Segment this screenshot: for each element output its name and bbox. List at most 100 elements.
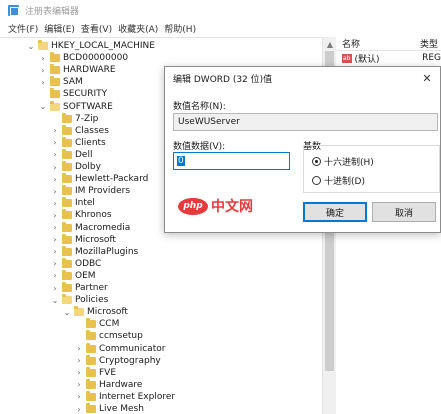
- menu-bar: 文件(F) 编辑(E) 查看(V) 收藏夹(A) 帮助(H): [0, 20, 441, 37]
- chevron-right-icon[interactable]: ›: [50, 126, 60, 135]
- tree-item[interactable]: ⌄ Policies: [50, 294, 108, 306]
- column-header-type[interactable]: 类型: [420, 37, 438, 50]
- chevron-right-icon[interactable]: ›: [50, 259, 60, 268]
- tree-item[interactable]: › Microsoft: [50, 233, 116, 246]
- scroll-up-icon[interactable]: ▲: [323, 37, 337, 51]
- tree-item[interactable]: SECURITY: [38, 88, 107, 100]
- folder-icon: [62, 124, 72, 135]
- tree-item[interactable]: › Communicator: [74, 342, 166, 355]
- folder-icon: [62, 185, 72, 196]
- tree-item[interactable]: › SAM: [38, 76, 83, 88]
- tree-item[interactable]: › Dolby: [50, 161, 101, 173]
- chevron-down-icon[interactable]: ⌄: [26, 42, 36, 51]
- radio-dec-indicator[interactable]: [312, 176, 321, 185]
- tree-item[interactable]: › OEM: [50, 269, 96, 282]
- tree-item-label: CCM: [99, 319, 120, 330]
- chevron-right-icon[interactable]: ›: [50, 175, 60, 184]
- radio-hex[interactable]: 十六进制(H): [312, 155, 374, 168]
- chevron-right-icon[interactable]: ›: [50, 199, 60, 208]
- folder-icon: [62, 245, 72, 256]
- chevron-right-icon[interactable]: ›: [50, 187, 60, 196]
- chevron-right-icon[interactable]: ›: [50, 223, 60, 232]
- tree-item[interactable]: 7-Zip: [50, 112, 98, 125]
- menu-file[interactable]: 文件(F): [8, 22, 38, 35]
- menu-favorites[interactable]: 收藏夹(A): [118, 22, 158, 35]
- tree-item[interactable]: › HARDWARE: [38, 64, 116, 76]
- tree-item[interactable]: › Clients: [50, 136, 106, 149]
- chevron-right-icon[interactable]: ›: [50, 235, 60, 244]
- values-header: 名称 类型: [336, 37, 441, 51]
- dialog-title: 编辑 DWORD (32 位)值: [173, 74, 273, 85]
- regedit-app-icon: [8, 4, 19, 16]
- chevron-right-icon[interactable]: ›: [38, 66, 48, 75]
- chevron-right-icon[interactable]: ›: [50, 247, 60, 256]
- tree-item-label: SAM: [63, 77, 83, 88]
- tree-item[interactable]: › Dell: [50, 148, 93, 161]
- chevron-right-icon[interactable]: ›: [38, 78, 48, 87]
- chevron-right-icon[interactable]: ›: [74, 380, 84, 389]
- tree-item[interactable]: › BCD00000000: [38, 52, 128, 64]
- chevron-right-icon[interactable]: ›: [74, 356, 84, 365]
- tree-item[interactable]: ⌄ Microsoft: [62, 306, 128, 318]
- tree-item[interactable]: ⌄ SOFTWARE: [38, 100, 113, 113]
- folder-icon: [62, 257, 72, 268]
- cancel-button[interactable]: 取消: [372, 202, 436, 222]
- folder-icon: [62, 221, 72, 232]
- chevron-right-icon[interactable]: ›: [50, 271, 60, 280]
- menu-view[interactable]: 查看(V): [81, 22, 112, 35]
- chevron-down-icon[interactable]: ⌄: [62, 308, 72, 317]
- ok-button[interactable]: 确定: [303, 202, 367, 222]
- chevron-right-icon[interactable]: ›: [50, 284, 60, 293]
- tree-item[interactable]: › Classes: [50, 124, 109, 137]
- chevron-right-icon[interactable]: ›: [74, 392, 84, 401]
- folder-icon: [86, 390, 96, 401]
- menu-help[interactable]: 帮助(H): [164, 22, 196, 35]
- chevron-right-icon[interactable]: ›: [50, 150, 60, 159]
- chevron-right-icon[interactable]: ›: [50, 211, 60, 220]
- value-row-default[interactable]: ab (默认) REG: [336, 51, 441, 65]
- folder-icon: [38, 40, 48, 50]
- folder-icon: [50, 76, 60, 87]
- folder-icon: [74, 306, 84, 317]
- tree-item-label: Communicator: [99, 343, 166, 354]
- tree-item[interactable]: › Hardware: [74, 378, 143, 391]
- radio-hex-indicator[interactable]: [312, 157, 321, 166]
- tree-item-label: Hardware: [99, 379, 143, 390]
- tree-item-label: ccmsetup: [99, 331, 143, 342]
- close-icon[interactable]: ✕: [420, 71, 434, 85]
- tree-item[interactable]: › Intel: [50, 197, 95, 209]
- column-header-name[interactable]: 名称: [336, 37, 420, 50]
- tree-item[interactable]: CCM: [74, 318, 119, 330]
- folder-icon: [50, 88, 60, 99]
- chevron-right-icon[interactable]: ›: [74, 405, 84, 414]
- value-type: REG: [422, 53, 441, 63]
- radio-dec[interactable]: 十进制(D): [312, 174, 365, 187]
- chevron-down-icon[interactable]: ⌄: [38, 102, 48, 111]
- value-name: (默认): [354, 54, 380, 65]
- tree-item[interactable]: › Live Mesh: [74, 403, 144, 414]
- tree-item[interactable]: › Internet Explorer: [74, 390, 175, 403]
- chevron-right-icon[interactable]: ›: [74, 368, 84, 377]
- tree-item[interactable]: › ODBC: [50, 257, 101, 270]
- tree-item[interactable]: › Cryptography: [74, 354, 161, 367]
- tree-item[interactable]: › Khronos: [50, 209, 112, 221]
- tree-item[interactable]: › Partner: [50, 282, 108, 294]
- chevron-right-icon[interactable]: ›: [50, 163, 60, 172]
- chevron-right-icon[interactable]: ›: [74, 344, 84, 353]
- tree-item[interactable]: › MozillaPlugins: [50, 245, 138, 258]
- tree-item[interactable]: › Macromedia: [50, 221, 130, 234]
- folder-icon: [86, 330, 96, 341]
- chevron-down-icon[interactable]: ⌄: [50, 296, 60, 305]
- tree-item[interactable]: ccmsetup: [74, 330, 143, 342]
- tree-item[interactable]: › Hewlett-Packard: [50, 173, 148, 185]
- chevron-right-icon[interactable]: ›: [50, 138, 60, 147]
- folder-icon: [62, 148, 72, 159]
- chevron-right-icon[interactable]: ›: [38, 54, 48, 63]
- value-data-input[interactable]: 0: [173, 152, 290, 170]
- tree-item-label: Dell: [75, 149, 93, 160]
- menu-edit[interactable]: 编辑(E): [44, 22, 75, 35]
- tree-item[interactable]: › IM Providers: [50, 185, 130, 197]
- tree-item[interactable]: › FVE: [74, 366, 116, 379]
- value-name-field: UseWUServer: [173, 113, 438, 131]
- tree-item[interactable]: ⌄ HKEY_LOCAL_MACHINE: [26, 40, 155, 52]
